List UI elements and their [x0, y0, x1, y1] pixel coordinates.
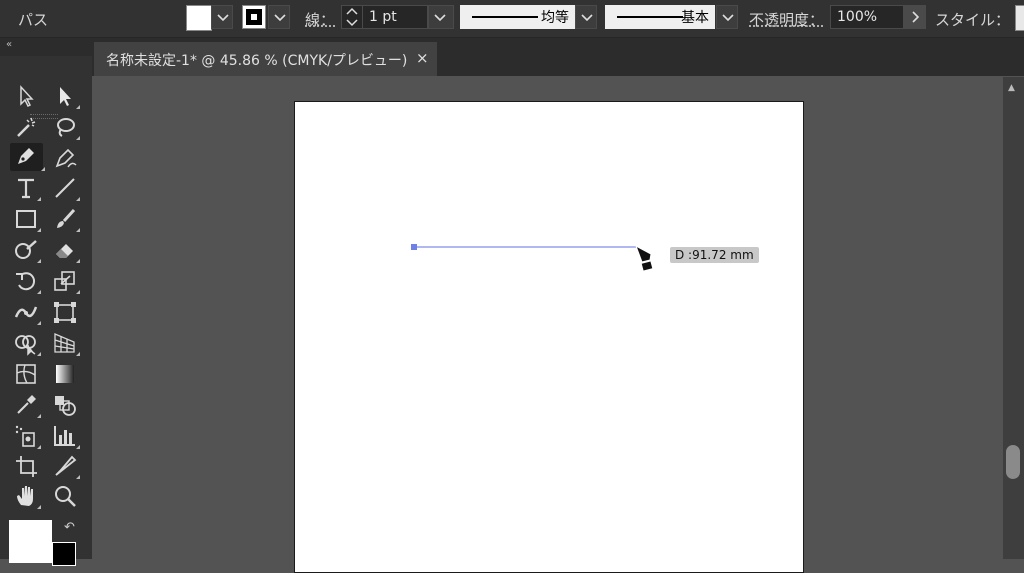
distance-readout: D :91.72 mm: [670, 247, 759, 263]
scroll-up-icon[interactable]: ▲: [1008, 83, 1015, 93]
anchor-point[interactable]: [411, 244, 417, 250]
canvas-overlay: [411, 244, 654, 272]
pen-cursor-icon: [635, 244, 654, 272]
scrollbar-thumb[interactable]: [1006, 445, 1020, 479]
vertical-scrollbar[interactable]: ▲: [1003, 77, 1024, 559]
